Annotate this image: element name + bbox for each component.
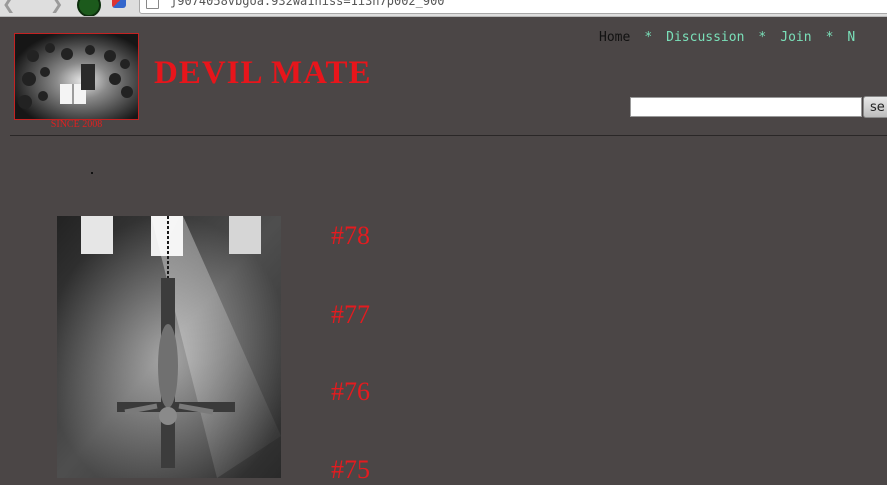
top-navigation: Home * Discussion * Join * N [599,30,855,45]
address-bar[interactable]: j9074058vbgoa.932wa1hiss=1i3n7p002_900 [139,0,887,14]
post-link[interactable]: #77 [331,300,370,330]
logo-artwork [15,34,138,119]
back-arrow-icon[interactable]: ❮ [2,0,15,13]
site-title[interactable]: DEVIL MATE [154,55,372,92]
forward-arrow-icon[interactable]: ❯ [50,0,63,13]
search-button[interactable]: se [863,96,887,118]
url-text: j9074058vbgoa.932wa1hiss=1i3n7p002_900 [170,0,445,8]
header-divider [10,135,887,136]
nav-item-discussion[interactable]: Discussion [666,30,744,45]
browser-toolbar: ❮ ❯ j9074058vbgoa.932wa1hiss=1i3n7p002_9… [0,0,887,17]
page-icon [146,0,159,9]
inverted-cross-photo [57,216,281,478]
nav-separator: * [758,30,767,45]
nav-item-more[interactable]: N [847,30,855,45]
site-logo-image[interactable] [14,33,139,120]
post-link[interactable]: #78 [331,221,370,251]
nav-item-join[interactable]: Join [780,30,811,45]
since-tagline: SINCE 2008 [50,119,103,130]
search-input[interactable] [630,97,862,117]
post-link[interactable]: #75 [331,455,370,485]
extension-icon[interactable] [112,0,126,8]
nav-separator: * [644,30,653,45]
nav-item-home[interactable]: Home [599,30,630,45]
stray-dot [91,172,93,174]
nav-separator: * [825,30,834,45]
post-link[interactable]: #76 [331,377,370,407]
extension-icon[interactable] [77,0,101,16]
featured-post-image[interactable] [57,216,281,478]
